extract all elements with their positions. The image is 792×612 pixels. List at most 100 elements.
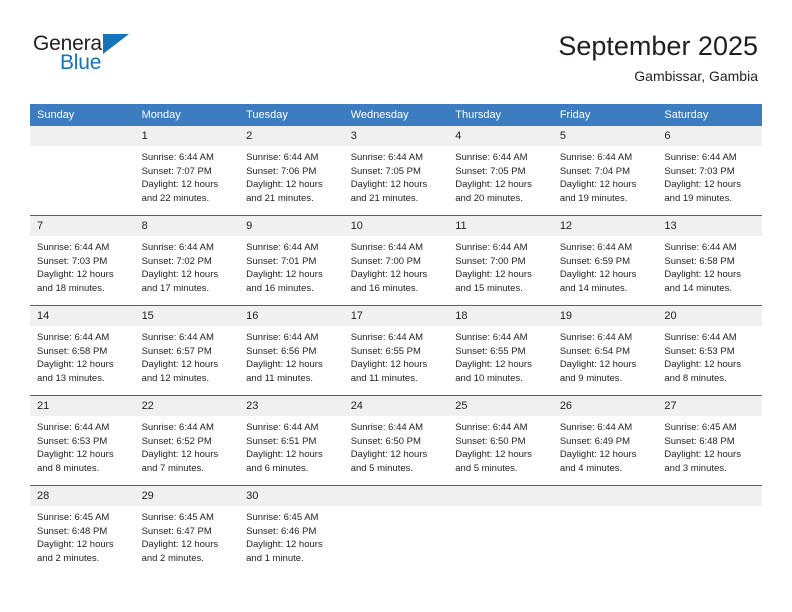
sunset-text: Sunset: 6:46 PM [246, 525, 317, 537]
day-details: Sunrise: 6:44 AM Sunset: 6:51 PM Daylight:… [239, 416, 344, 485]
daylight-text: and 21 minutes. [350, 192, 419, 204]
daylight-text: and 15 minutes. [455, 282, 523, 294]
calendar-day-cell[interactable]: 4 Sunrise: 6:44 AM Sunset: 7:05 PM Daylight… [448, 126, 553, 216]
calendar-day-cell[interactable]: 16 Sunrise: 6:44 AM Sunset: 6:56 PM Dayligh… [239, 305, 344, 396]
daylight-text: and 11 minutes. [350, 372, 418, 384]
calendar-day-cell[interactable]: 13 Sunrise: 6:44 AM Sunset: 6:58 PM Dayligh… [657, 215, 762, 306]
daylight-text: and 18 minutes. [37, 282, 105, 294]
calendar-day-cell[interactable]: 21 Sunrise: 6:44 AM Sunset: 6:53 PM Dayligh… [30, 395, 135, 486]
sunrise-text: Sunrise: 6:44 AM [246, 422, 319, 433]
calendar-day-cell[interactable]: 18 Sunrise: 6:44 AM Sunset: 6:55 PM Dayligh… [448, 305, 553, 396]
calendar-week-row: 21 Sunrise: 6:44 AM Sunset: 6:53 PM Dayligh… [30, 395, 762, 486]
calendar-day-cell[interactable]: 12 Sunrise: 6:44 AM Sunset: 6:59 PM Dayligh… [552, 215, 658, 306]
sunset-text: Sunset: 7:03 PM [664, 165, 735, 177]
daylight-text: and 11 minutes. [246, 372, 314, 384]
calendar-day-cell[interactable]: 7 Sunrise: 6:44 AM Sunset: 7:03 PM Daylight… [30, 215, 135, 306]
brand-logo[interactable]: General Blue [33, 32, 263, 82]
day-number [552, 486, 658, 506]
day-details: Sunrise: 6:44 AM Sunset: 6:57 PM Daylight:… [135, 326, 240, 395]
daylight-text: Daylight: 12 hours [141, 539, 219, 550]
calendar-day-cell[interactable]: 3 Sunrise: 6:44 AM Sunset: 7:05 PM Daylight… [343, 126, 449, 216]
sunrise-text: Sunrise: 6:45 AM [664, 422, 737, 433]
day-details: Sunrise: 6:44 AM Sunset: 6:58 PM Daylight:… [30, 326, 135, 395]
daylight-text: and 1 minute. [246, 552, 304, 564]
day-number: 8 [134, 216, 240, 236]
calendar-day-cell[interactable]: 26 Sunrise: 6:44 AM Sunset: 6:49 PM Dayligh… [552, 395, 658, 486]
calendar-day-cell[interactable]: 29 Sunrise: 6:45 AM Sunset: 6:47 PM Dayligh… [134, 485, 240, 575]
sunrise-text: Sunrise: 6:44 AM [664, 332, 737, 343]
calendar-day-cell[interactable]: 30 Sunrise: 6:45 AM Sunset: 6:46 PM Dayligh… [239, 485, 344, 575]
calendar-day-cell[interactable]: 28 Sunrise: 6:45 AM Sunset: 6:48 PM Dayligh… [30, 485, 135, 575]
sunset-text: Sunset: 6:58 PM [37, 345, 108, 357]
day-number: 11 [448, 216, 553, 236]
day-details: Sunrise: 6:44 AM Sunset: 6:49 PM Daylight:… [553, 416, 658, 485]
day-details [553, 506, 658, 575]
daylight-text: Daylight: 12 hours [141, 179, 219, 190]
calendar-week-row: 7 Sunrise: 6:44 AM Sunset: 7:03 PM Daylight… [30, 215, 762, 306]
day-details: Sunrise: 6:44 AM Sunset: 6:56 PM Daylight:… [239, 326, 344, 395]
sunrise-text: Sunrise: 6:44 AM [455, 152, 528, 163]
sunrise-text: Sunrise: 6:44 AM [246, 242, 319, 253]
sunset-text: Sunset: 6:52 PM [141, 435, 212, 447]
sunrise-text: Sunrise: 6:44 AM [350, 332, 424, 343]
brand-name-blue: Blue [60, 51, 102, 74]
triangle-icon [103, 34, 129, 54]
calendar-day-cell[interactable]: 9 Sunrise: 6:44 AM Sunset: 7:01 PM Daylight… [239, 215, 344, 306]
calendar-day-cell[interactable]: 19 Sunrise: 6:44 AM Sunset: 6:54 PM Dayligh… [552, 305, 658, 396]
daylight-text: and 12 minutes. [141, 372, 210, 384]
daylight-text: and 10 minutes. [455, 372, 523, 384]
page-header: General Blue September 2025 Gambissar, G… [0, 0, 792, 84]
calendar-day-cell[interactable]: 24 Sunrise: 6:44 AM Sunset: 6:50 PM Dayligh… [343, 395, 449, 486]
day-details: Sunrise: 6:44 AM Sunset: 7:00 PM Daylight:… [448, 236, 553, 305]
sunrise-text: Sunrise: 6:44 AM [141, 422, 214, 433]
day-number: 20 [657, 306, 762, 326]
day-number: 26 [552, 396, 658, 416]
calendar-day-cell[interactable]: 6 Sunrise: 6:44 AM Sunset: 7:03 PM Daylight… [657, 126, 762, 216]
calendar-body: 1 Sunrise: 6:44 AM Sunset: 7:07 PM Daylight… [30, 126, 762, 575]
day-number [30, 126, 135, 146]
calendar-day-cell[interactable]: 1 Sunrise: 6:44 AM Sunset: 7:07 PM Daylight… [134, 126, 240, 216]
calendar-day-cell[interactable]: 27 Sunrise: 6:45 AM Sunset: 6:48 PM Dayligh… [657, 395, 762, 486]
day-details: Sunrise: 6:44 AM Sunset: 7:02 PM Daylight:… [135, 236, 240, 305]
day-number: 2 [239, 126, 344, 146]
day-details: Sunrise: 6:44 AM Sunset: 7:04 PM Daylight:… [553, 146, 658, 215]
calendar-day-cell[interactable]: 25 Sunrise: 6:44 AM Sunset: 6:50 PM Dayligh… [448, 395, 553, 486]
day-details: Sunrise: 6:44 AM Sunset: 6:53 PM Daylight:… [657, 326, 762, 395]
sunset-text: Sunset: 7:00 PM [350, 255, 421, 267]
calendar-table-wrap: Sunday Monday Tuesday Wednesday Thursday Frid… [30, 104, 762, 575]
daylight-text: Daylight: 12 hours [455, 449, 532, 460]
calendar-day-cell[interactable]: 23 Sunrise: 6:44 AM Sunset: 6:51 PM Dayligh… [239, 395, 344, 486]
sunset-text: Sunset: 7:07 PM [141, 165, 212, 177]
calendar-day-cell[interactable]: 5 Sunrise: 6:44 AM Sunset: 7:04 PM Daylight… [552, 126, 658, 216]
day-number: 7 [30, 216, 135, 236]
day-details: Sunrise: 6:44 AM Sunset: 6:54 PM Daylight:… [553, 326, 658, 395]
calendar-day-cell[interactable]: 20 Sunrise: 6:44 AM Sunset: 6:53 PM Dayligh… [657, 305, 762, 396]
daylight-text: Daylight: 12 hours [350, 269, 428, 280]
sunrise-text: Sunrise: 6:44 AM [664, 152, 737, 163]
calendar-day-cell[interactable]: 10 Sunrise: 6:44 AM Sunset: 7:00 PM Dayligh… [343, 215, 449, 306]
calendar-day-cell[interactable]: 17 Sunrise: 6:44 AM Sunset: 6:55 PM Dayligh… [343, 305, 449, 396]
day-number: 27 [657, 396, 762, 416]
sunset-text: Sunset: 6:48 PM [37, 525, 108, 537]
daylight-text: Daylight: 12 hours [664, 269, 741, 280]
calendar-day-cell[interactable]: 22 Sunrise: 6:44 AM Sunset: 6:52 PM Dayligh… [134, 395, 240, 486]
calendar-day-cell[interactable]: 15 Sunrise: 6:44 AM Sunset: 6:57 PM Dayligh… [134, 305, 240, 396]
day-number: 5 [552, 126, 658, 146]
sunrise-text: Sunrise: 6:44 AM [37, 422, 110, 433]
daylight-text: and 19 minutes. [664, 192, 732, 204]
day-details: Sunrise: 6:44 AM Sunset: 6:53 PM Daylight:… [30, 416, 135, 485]
daylight-text: and 14 minutes. [664, 282, 732, 294]
day-details: Sunrise: 6:44 AM Sunset: 6:55 PM Daylight:… [448, 326, 553, 395]
daylight-text: and 8 minutes. [664, 372, 727, 384]
calendar-day-cell[interactable]: 2 Sunrise: 6:44 AM Sunset: 7:06 PM Daylight… [239, 126, 344, 216]
sunrise-text: Sunrise: 6:44 AM [37, 332, 110, 343]
calendar-day-cell[interactable]: 14 Sunrise: 6:44 AM Sunset: 6:58 PM Dayligh… [30, 305, 135, 396]
calendar-day-cell[interactable]: 8 Sunrise: 6:44 AM Sunset: 7:02 PM Daylight… [134, 215, 240, 306]
calendar-header-row: Sunday Monday Tuesday Wednesday Thursday Frid… [30, 104, 762, 126]
daylight-text: Daylight: 12 hours [141, 359, 219, 370]
calendar-day-cell[interactable]: 11 Sunrise: 6:44 AM Sunset: 7:00 PM Dayligh… [448, 215, 553, 306]
sunrise-text: Sunrise: 6:44 AM [350, 422, 424, 433]
sunset-text: Sunset: 7:05 PM [350, 165, 421, 177]
day-details: Sunrise: 6:44 AM Sunset: 7:05 PM Daylight:… [344, 146, 449, 215]
calendar-empty-cell [343, 485, 449, 575]
